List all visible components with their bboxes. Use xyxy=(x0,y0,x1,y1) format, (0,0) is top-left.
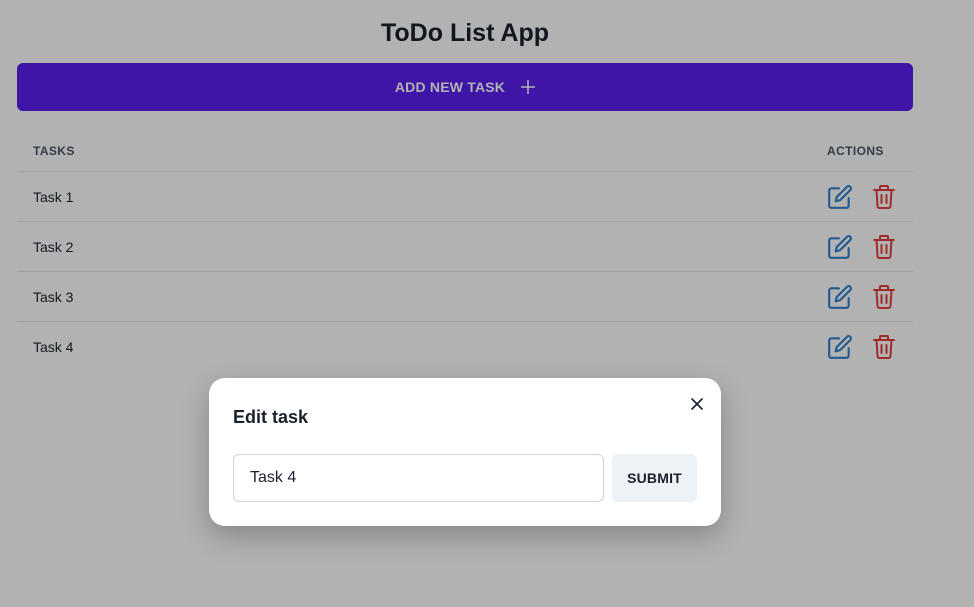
submit-button[interactable]: SUBMIT xyxy=(612,454,697,502)
edit-task-input[interactable] xyxy=(233,454,604,502)
close-modal-button[interactable] xyxy=(685,392,709,416)
modal-title: Edit task xyxy=(233,407,309,427)
todo-app-page: ToDo List App ADD NEW TASK TASKS ACTIONS… xyxy=(0,0,974,607)
edit-task-modal: Edit task SUBMIT xyxy=(209,378,721,526)
close-icon xyxy=(691,398,703,410)
